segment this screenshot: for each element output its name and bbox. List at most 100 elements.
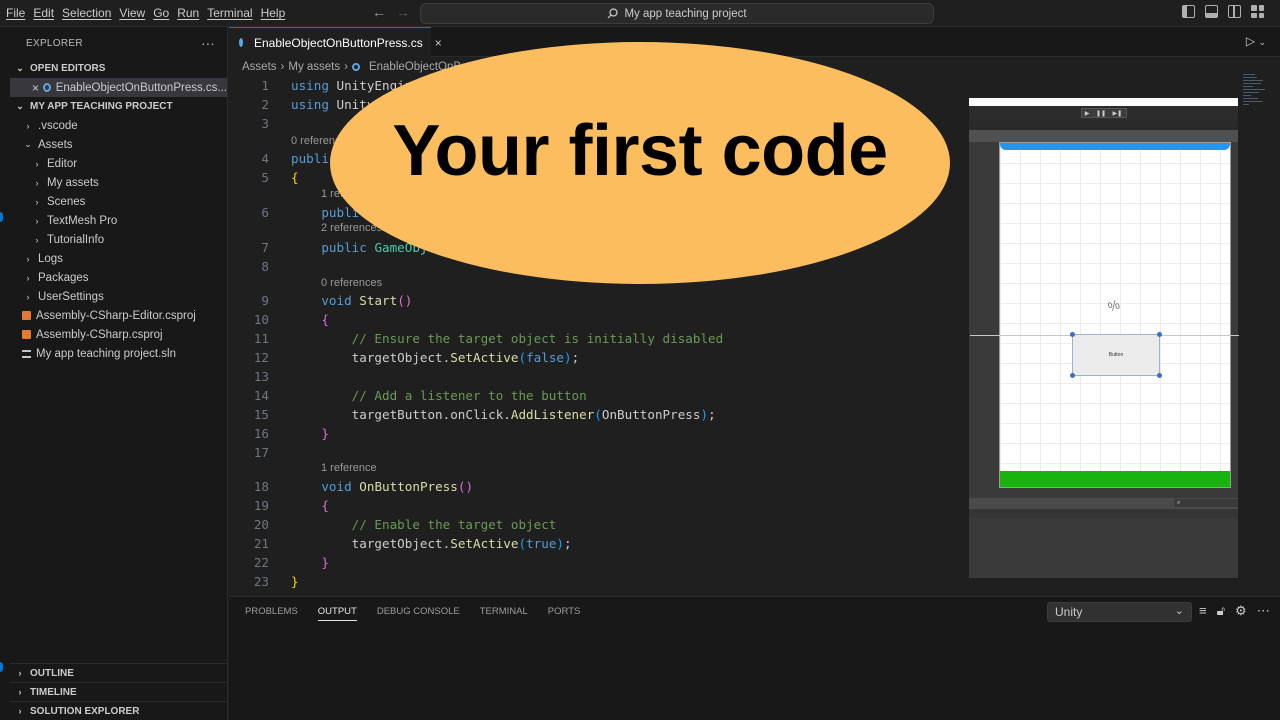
- step-icon[interactable]: ▶❚: [1113, 110, 1123, 117]
- chevron-right-icon: ›: [35, 215, 39, 226]
- code-line: targetButton.onClick.AddListener(OnButto…: [291, 407, 716, 422]
- tree-item-label: .vscode: [38, 119, 78, 132]
- chevron-right-icon: ›: [35, 234, 39, 245]
- line-number: 7: [261, 240, 269, 255]
- search-icon: ⌕: [1174, 499, 1238, 507]
- breadcrumb-item[interactable]: Assets: [242, 61, 277, 73]
- bottom-bar: [1000, 471, 1230, 487]
- tab-problems[interactable]: PROBLEMS: [245, 606, 298, 621]
- open-editor-item[interactable]: × EnableObjectOnButtonPress.cs...: [10, 78, 227, 97]
- tree-item-logs[interactable]: › Logs: [10, 249, 227, 268]
- tree-item-label: TutorialInfo: [47, 233, 105, 246]
- tab-debug-console[interactable]: DEBUG CONSOLE: [377, 606, 460, 621]
- menu-view[interactable]: View: [118, 6, 152, 20]
- lock-icon[interactable]: 🔓︎: [1217, 603, 1225, 619]
- open-editor-label: EnableObjectOnButtonPress.cs...: [55, 81, 227, 94]
- line-number: 14: [253, 388, 269, 403]
- tab-enable-object-on-button-press[interactable]: EnableObjectOnButtonPress.cs ×: [229, 27, 442, 57]
- chevron-right-icon: ›: [344, 61, 348, 73]
- play-icon: ▷: [1245, 34, 1256, 48]
- tree-item-label: Scenes: [47, 195, 86, 208]
- toggle-panel-icon[interactable]: [1205, 5, 1218, 18]
- outline-section[interactable]: › OUTLINE: [10, 663, 227, 682]
- section-label: MY APP TEACHING PROJECT: [30, 101, 173, 112]
- more-actions-icon[interactable]: ···: [201, 36, 215, 51]
- tree-item-tutorialinfo[interactable]: › TutorialInfo: [10, 230, 227, 249]
- line-number: 15: [253, 407, 269, 422]
- toggle-primary-sidebar-icon[interactable]: [1182, 5, 1195, 18]
- pause-icon[interactable]: ❚❚: [1096, 110, 1106, 117]
- line-number: 3: [261, 116, 269, 131]
- line-number: 11: [253, 331, 269, 346]
- play-icon[interactable]: ▶: [1085, 110, 1090, 117]
- resize-handle: [1070, 332, 1075, 337]
- tree-item-my-assets[interactable]: › My assets: [10, 173, 227, 192]
- code-lens[interactable]: 1 reference: [321, 462, 377, 474]
- run-button[interactable]: ▷ ⌄: [1246, 34, 1266, 48]
- timeline-section[interactable]: › TIMELINE: [10, 682, 227, 701]
- command-center-search[interactable]: My app teaching project: [420, 3, 934, 24]
- line-number: 2: [261, 97, 269, 112]
- close-icon[interactable]: ×: [32, 81, 43, 95]
- solution-explorer-section[interactable]: › SOLUTION EXPLORER: [10, 701, 227, 720]
- line-number: 16: [253, 426, 269, 441]
- output-channel-select[interactable]: Unity ⌄: [1047, 602, 1192, 622]
- line-number: 19: [253, 498, 269, 513]
- bottom-sections: › OUTLINE › TIMELINE › SOLUTION EXPLORER: [10, 663, 227, 720]
- list-filter-icon[interactable]: ≡: [1199, 603, 1207, 619]
- code-lens[interactable]: 0 references: [321, 277, 382, 289]
- tree-item-editor[interactable]: › Editor: [10, 154, 227, 173]
- tree-item-assets[interactable]: ⌄ Assets: [10, 135, 227, 154]
- csproj-file-icon: [22, 330, 31, 339]
- toggle-secondary-sidebar-icon[interactable]: [1228, 5, 1241, 18]
- code-line: // Ensure the target object is initially…: [351, 331, 724, 346]
- menu-file[interactable]: File: [4, 6, 32, 20]
- bottom-panel: PROBLEMS OUTPUT DEBUG CONSOLE TERMINAL P…: [229, 596, 1280, 720]
- chevron-right-icon: ›: [26, 253, 30, 264]
- tree-item-vscode[interactable]: › .vscode: [10, 116, 227, 135]
- menu-selection[interactable]: Selection: [61, 6, 118, 20]
- section-label: TIMELINE: [30, 686, 77, 698]
- chevron-right-icon: ›: [18, 668, 22, 678]
- close-icon[interactable]: ×: [435, 36, 442, 50]
- line-number: 10: [253, 312, 269, 327]
- more-actions-icon[interactable]: ⋯: [1257, 603, 1270, 619]
- menu-run[interactable]: Run: [176, 6, 206, 20]
- tree-item-textmesh-pro[interactable]: › TextMesh Pro: [10, 211, 227, 230]
- tab-ports[interactable]: PORTS: [548, 606, 581, 621]
- code-line: }: [321, 426, 329, 441]
- menu-go[interactable]: Go: [152, 6, 176, 20]
- code-line: {: [321, 312, 329, 327]
- chevron-right-icon: ›: [35, 196, 39, 207]
- breadcrumb-item[interactable]: My assets: [288, 61, 340, 73]
- forward-arrow-icon[interactable]: →: [396, 4, 410, 20]
- overlay-title-bubble: Your first code: [330, 42, 950, 284]
- customize-layout-icon[interactable]: [1251, 5, 1264, 18]
- tree-item-assembly-csharp-csproj[interactable]: Assembly-CSharp.csproj: [10, 325, 227, 344]
- tree-item-scenes[interactable]: › Scenes: [10, 192, 227, 211]
- tree-item-my-app-teaching-project-sln[interactable]: My app teaching project.sln: [10, 344, 227, 363]
- back-arrow-icon[interactable]: ←: [372, 4, 386, 20]
- line-number: 9: [261, 293, 269, 308]
- search-text: My app teaching project: [624, 7, 747, 20]
- chevron-down-icon: ⌄: [24, 139, 32, 149]
- tree-item-label: Packages: [38, 271, 89, 284]
- tab-output[interactable]: OUTPUT: [317, 606, 357, 621]
- menu-terminal[interactable]: Terminal: [206, 6, 259, 20]
- line-number: 5: [261, 170, 269, 185]
- activity-bar: [0, 27, 10, 720]
- tab-terminal[interactable]: TERMINAL: [480, 606, 528, 621]
- open-editors-section[interactable]: ⌄ OPEN EDITORS: [10, 59, 227, 78]
- gear-icon[interactable]: ⚙: [1235, 603, 1247, 619]
- tree-item-label: Editor: [47, 157, 78, 170]
- chevron-right-icon: ›: [26, 291, 30, 302]
- menu-help[interactable]: Help: [260, 6, 293, 20]
- menu-edit[interactable]: Edit: [32, 6, 61, 20]
- line-number: 23: [253, 574, 269, 589]
- tree-item-assembly-csharp-editor-csproj[interactable]: Assembly-CSharp-Editor.csproj: [10, 306, 227, 325]
- line-number: 18: [253, 479, 269, 494]
- project-section[interactable]: ⌄ MY APP TEACHING PROJECT: [10, 97, 227, 116]
- tree-item-usersettings[interactable]: › UserSettings: [10, 287, 227, 306]
- tree-item-packages[interactable]: › Packages: [10, 268, 227, 287]
- minimap[interactable]: [1243, 74, 1273, 114]
